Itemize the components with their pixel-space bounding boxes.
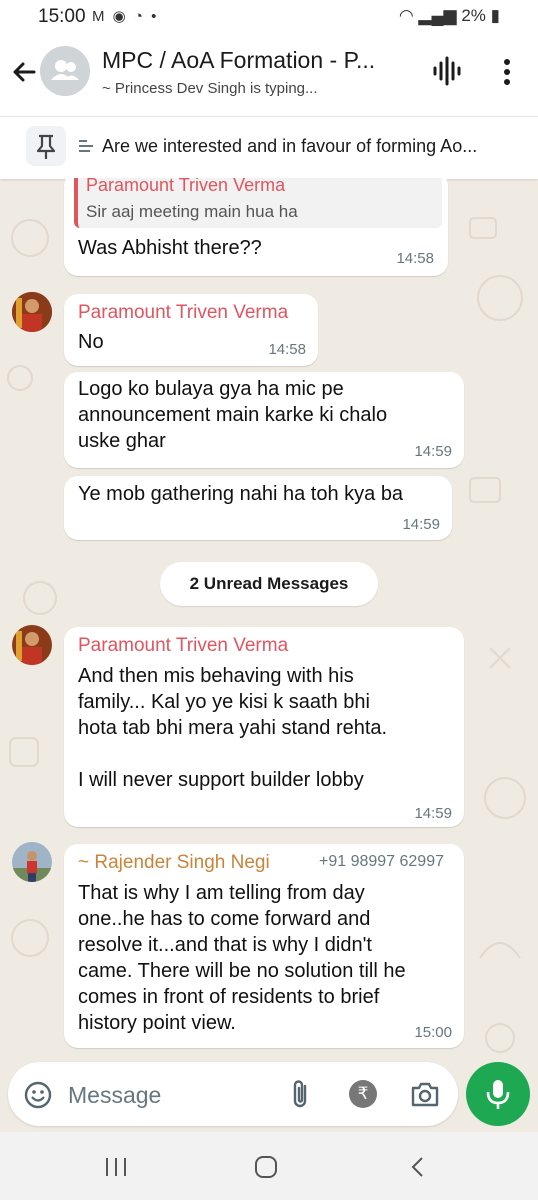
emoji-icon[interactable] bbox=[24, 1081, 52, 1109]
message-line: And then mis behaving with his bbox=[78, 665, 354, 687]
message-text: Logo ko bulaya gya ha mic pe announcemen… bbox=[78, 376, 387, 454]
voice-wave-icon[interactable] bbox=[432, 56, 462, 86]
pin-icon[interactable] bbox=[26, 126, 66, 166]
sender-name[interactable]: Paramount Triven Verma bbox=[78, 302, 288, 324]
message-bubble[interactable]: ~ Rajender Singh Negi +91 98997 62997 Th… bbox=[64, 844, 464, 1048]
message-line: Logo ko bulaya gya ha mic pe bbox=[78, 378, 344, 400]
message-bubble[interactable]: Paramount Triven Verma No 14:58 bbox=[64, 294, 318, 366]
message-text: Ye mob gathering nahi ha toh kya ba bbox=[78, 483, 404, 505]
message-text: And then mis behaving with his family...… bbox=[78, 663, 387, 793]
avatar[interactable] bbox=[12, 625, 52, 665]
system-nav-bar bbox=[0, 1132, 538, 1200]
message-line bbox=[78, 741, 387, 767]
message-bubble[interactable]: Logo ko bulaya gya ha mic pe announcemen… bbox=[64, 372, 464, 468]
battery-level: 2% bbox=[461, 6, 486, 25]
wifi-icon: ◠ bbox=[398, 6, 414, 25]
sender-phone[interactable]: +91 98997 62997 bbox=[319, 853, 444, 871]
message-time: 14:59 bbox=[402, 516, 440, 533]
message-input[interactable] bbox=[66, 1074, 290, 1116]
pinned-message-bar[interactable]: Are we interested and in favour of formi… bbox=[0, 116, 538, 179]
sender-name[interactable]: Paramount Triven Verma bbox=[78, 635, 288, 657]
avatar[interactable] bbox=[12, 292, 52, 332]
message-time: 14:58 bbox=[396, 250, 434, 267]
message-line: announcement main karke ki chalo bbox=[78, 404, 388, 426]
message-time: 14:59 bbox=[414, 443, 452, 460]
message-composer: ₹ bbox=[8, 1062, 458, 1126]
message-text: No bbox=[78, 331, 104, 353]
message-line: family... Kal yo ye kisi k saath bhi bbox=[78, 691, 370, 713]
message-line: uske ghar bbox=[78, 430, 166, 452]
notification-icons: M ◉ ◔ • bbox=[92, 8, 159, 25]
status-time: 15:00 bbox=[38, 6, 86, 27]
message-line: hota tab bhi mera yahi stand rehta. bbox=[78, 717, 388, 739]
message-text: Was Abhisht there?? bbox=[78, 237, 262, 259]
message-line: history point view. bbox=[78, 1012, 236, 1034]
message-time: 14:58 bbox=[268, 341, 306, 358]
signal-icon: ▂▄▆ bbox=[418, 6, 457, 25]
message-line: I will never support builder lobby bbox=[78, 769, 364, 791]
more-vert-icon[interactable] bbox=[496, 56, 518, 88]
message-text: That is why I am telling from day one..h… bbox=[78, 880, 406, 1036]
back-nav-icon[interactable] bbox=[406, 1156, 430, 1178]
message-line: That is why I am telling from day bbox=[78, 882, 365, 904]
recents-icon[interactable] bbox=[104, 1156, 128, 1178]
message-line: one..he has to come forward and bbox=[78, 908, 371, 930]
quoted-message[interactable]: Paramount Triven Verma Sir aaj meeting m… bbox=[74, 178, 442, 228]
pinned-text-icon bbox=[79, 140, 93, 152]
avatar[interactable] bbox=[12, 842, 52, 882]
pinned-message-text[interactable]: Are we interested and in favour of formi… bbox=[102, 136, 527, 157]
sender-name[interactable]: ~ Rajender Singh Negi bbox=[78, 852, 270, 874]
group-avatar-icon[interactable] bbox=[40, 46, 90, 96]
chat-messages[interactable]: Paramount Triven Verma Sir aaj meeting m… bbox=[0, 178, 538, 1058]
unread-divider: 2 Unread Messages bbox=[160, 562, 378, 606]
status-bar: 15:00 M ◉ ◔ • ◠ ▂▄▆ 2% ▮ bbox=[0, 0, 538, 34]
battery-icon: ▮ bbox=[490, 6, 500, 25]
home-icon[interactable] bbox=[254, 1156, 278, 1178]
status-right-icons: ◠ ▂▄▆ 2% ▮ bbox=[399, 6, 500, 26]
attach-icon[interactable] bbox=[289, 1078, 313, 1110]
mic-icon[interactable] bbox=[466, 1062, 530, 1126]
message-time: 15:00 bbox=[414, 1024, 452, 1041]
message-bubble[interactable]: Paramount Triven Verma And then mis beha… bbox=[64, 627, 464, 827]
message-bubble[interactable]: Paramount Triven Verma Sir aaj meeting m… bbox=[64, 178, 448, 276]
message-line: comes in front of residents to brief bbox=[78, 986, 380, 1008]
chat-header: MPC / AoA Formation - P... ~ Princess De… bbox=[0, 34, 538, 116]
message-bubble[interactable]: Ye mob gathering nahi ha toh kya ba 14:5… bbox=[64, 476, 452, 540]
chat-title[interactable]: MPC / AoA Formation - P... bbox=[102, 47, 402, 74]
message-time: 14:59 bbox=[414, 805, 452, 822]
quoted-text: Sir aaj meeting main hua ha bbox=[86, 202, 298, 221]
message-line: resolve it...and that is why I didn't bbox=[78, 934, 372, 956]
rupee-icon[interactable]: ₹ bbox=[349, 1080, 377, 1108]
back-arrow-icon[interactable] bbox=[8, 56, 40, 88]
camera-icon[interactable] bbox=[410, 1080, 440, 1108]
typing-indicator: ~ Princess Dev Singh is typing... bbox=[102, 80, 318, 97]
quoted-sender: Paramount Triven Verma bbox=[86, 178, 286, 195]
message-line: came. There will be no solution till he bbox=[78, 960, 406, 982]
